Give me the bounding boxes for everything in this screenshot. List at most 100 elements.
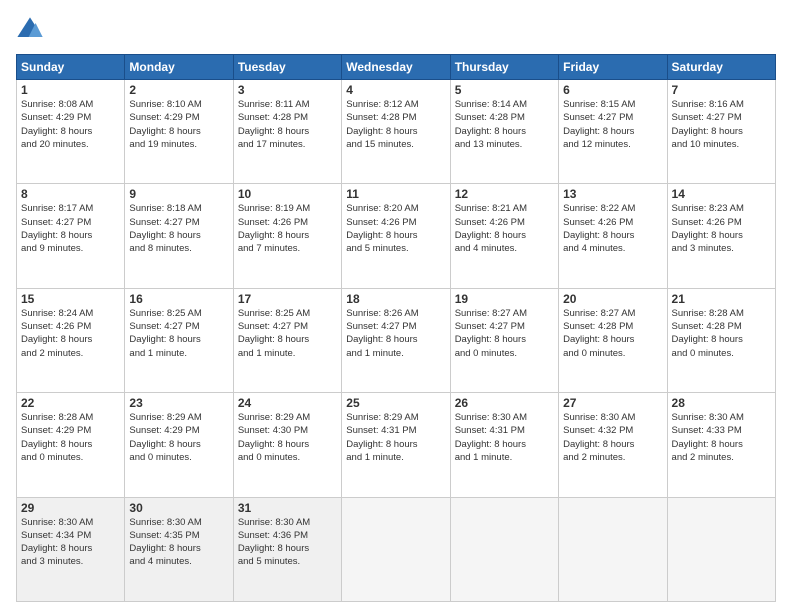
cell-line: Sunrise: 8:30 AM [455,411,554,424]
cell-line: Sunset: 4:29 PM [129,111,228,124]
cell-line: Sunrise: 8:30 AM [238,516,337,529]
cell-line: Sunrise: 8:14 AM [455,98,554,111]
day-number: 13 [563,187,662,201]
day-number: 30 [129,501,228,515]
header-cell-friday: Friday [559,55,667,80]
cell-line: and 5 minutes. [238,555,337,568]
cell-line: Daylight: 8 hours [455,438,554,451]
cell-line: and 9 minutes. [21,242,120,255]
day-number: 28 [672,396,771,410]
calendar-cell: 8Sunrise: 8:17 AMSunset: 4:27 PMDaylight… [17,184,125,288]
calendar-cell: 30Sunrise: 8:30 AMSunset: 4:35 PMDayligh… [125,497,233,601]
cell-line: and 19 minutes. [129,138,228,151]
cell-line: Daylight: 8 hours [129,125,228,138]
cell-line: and 2 minutes. [21,347,120,360]
header-cell-sunday: Sunday [17,55,125,80]
cell-line: and 1 minute. [455,451,554,464]
day-number: 8 [21,187,120,201]
cell-line: Sunrise: 8:15 AM [563,98,662,111]
calendar-cell: 14Sunrise: 8:23 AMSunset: 4:26 PMDayligh… [667,184,775,288]
cell-line: Sunrise: 8:27 AM [455,307,554,320]
day-number: 25 [346,396,445,410]
cell-line: and 4 minutes. [563,242,662,255]
calendar-cell: 11Sunrise: 8:20 AMSunset: 4:26 PMDayligh… [342,184,450,288]
cell-line: Sunset: 4:28 PM [455,111,554,124]
cell-line: Sunset: 4:33 PM [672,424,771,437]
cell-line: Sunset: 4:27 PM [129,320,228,333]
cell-line: and 0 minutes. [129,451,228,464]
day-number: 24 [238,396,337,410]
day-number: 1 [21,83,120,97]
cell-line: Daylight: 8 hours [455,229,554,242]
header-cell-saturday: Saturday [667,55,775,80]
cell-line: Daylight: 8 hours [21,438,120,451]
calendar-header: SundayMondayTuesdayWednesdayThursdayFrid… [17,55,776,80]
cell-line: Sunset: 4:35 PM [129,529,228,542]
day-number: 16 [129,292,228,306]
cell-line: Sunrise: 8:29 AM [238,411,337,424]
cell-line: Sunrise: 8:12 AM [346,98,445,111]
day-number: 10 [238,187,337,201]
calendar-cell: 1Sunrise: 8:08 AMSunset: 4:29 PMDaylight… [17,80,125,184]
cell-line: Daylight: 8 hours [129,229,228,242]
cell-line: and 2 minutes. [672,451,771,464]
cell-line: Sunset: 4:34 PM [21,529,120,542]
cell-line: Sunrise: 8:08 AM [21,98,120,111]
day-number: 12 [455,187,554,201]
calendar-cell: 12Sunrise: 8:21 AMSunset: 4:26 PMDayligh… [450,184,558,288]
cell-line: Sunrise: 8:10 AM [129,98,228,111]
cell-line: Sunrise: 8:11 AM [238,98,337,111]
cell-line: and 10 minutes. [672,138,771,151]
day-number: 29 [21,501,120,515]
header [16,16,776,44]
cell-line: and 0 minutes. [238,451,337,464]
cell-line: Sunrise: 8:29 AM [346,411,445,424]
cell-line: Sunrise: 8:20 AM [346,202,445,215]
cell-line: Daylight: 8 hours [238,542,337,555]
cell-line: Daylight: 8 hours [238,438,337,451]
cell-line: Sunset: 4:26 PM [238,216,337,229]
cell-line: and 1 minute. [238,347,337,360]
cell-line: Sunrise: 8:25 AM [129,307,228,320]
calendar-cell [667,497,775,601]
week-row-0: 1Sunrise: 8:08 AMSunset: 4:29 PMDaylight… [17,80,776,184]
header-cell-thursday: Thursday [450,55,558,80]
calendar-cell: 9Sunrise: 8:18 AMSunset: 4:27 PMDaylight… [125,184,233,288]
calendar-cell: 29Sunrise: 8:30 AMSunset: 4:34 PMDayligh… [17,497,125,601]
cell-line: Sunrise: 8:30 AM [672,411,771,424]
cell-line: Sunset: 4:31 PM [346,424,445,437]
calendar-cell [342,497,450,601]
calendar-cell: 25Sunrise: 8:29 AMSunset: 4:31 PMDayligh… [342,393,450,497]
cell-line: Daylight: 8 hours [346,333,445,346]
day-number: 20 [563,292,662,306]
header-cell-tuesday: Tuesday [233,55,341,80]
cell-line: Sunrise: 8:28 AM [672,307,771,320]
cell-line: Sunrise: 8:23 AM [672,202,771,215]
calendar-cell: 18Sunrise: 8:26 AMSunset: 4:27 PMDayligh… [342,288,450,392]
cell-line: Sunrise: 8:26 AM [346,307,445,320]
week-row-3: 22Sunrise: 8:28 AMSunset: 4:29 PMDayligh… [17,393,776,497]
week-row-2: 15Sunrise: 8:24 AMSunset: 4:26 PMDayligh… [17,288,776,392]
cell-line: and 1 minute. [129,347,228,360]
cell-line: Daylight: 8 hours [129,438,228,451]
calendar-cell: 7Sunrise: 8:16 AMSunset: 4:27 PMDaylight… [667,80,775,184]
day-number: 26 [455,396,554,410]
cell-line: and 1 minute. [346,451,445,464]
cell-line: Daylight: 8 hours [455,333,554,346]
day-number: 2 [129,83,228,97]
cell-line: Daylight: 8 hours [672,229,771,242]
calendar-cell: 6Sunrise: 8:15 AMSunset: 4:27 PMDaylight… [559,80,667,184]
calendar-cell: 20Sunrise: 8:27 AMSunset: 4:28 PMDayligh… [559,288,667,392]
calendar-cell: 13Sunrise: 8:22 AMSunset: 4:26 PMDayligh… [559,184,667,288]
cell-line: Sunset: 4:28 PM [238,111,337,124]
calendar-cell: 4Sunrise: 8:12 AMSunset: 4:28 PMDaylight… [342,80,450,184]
cell-line: Sunset: 4:26 PM [455,216,554,229]
cell-line: Sunrise: 8:30 AM [21,516,120,529]
cell-line: Sunset: 4:29 PM [21,111,120,124]
cell-line: Sunrise: 8:19 AM [238,202,337,215]
day-number: 5 [455,83,554,97]
cell-line: Daylight: 8 hours [238,229,337,242]
cell-line: Sunset: 4:26 PM [21,320,120,333]
calendar-cell: 21Sunrise: 8:28 AMSunset: 4:28 PMDayligh… [667,288,775,392]
cell-line: Daylight: 8 hours [129,542,228,555]
